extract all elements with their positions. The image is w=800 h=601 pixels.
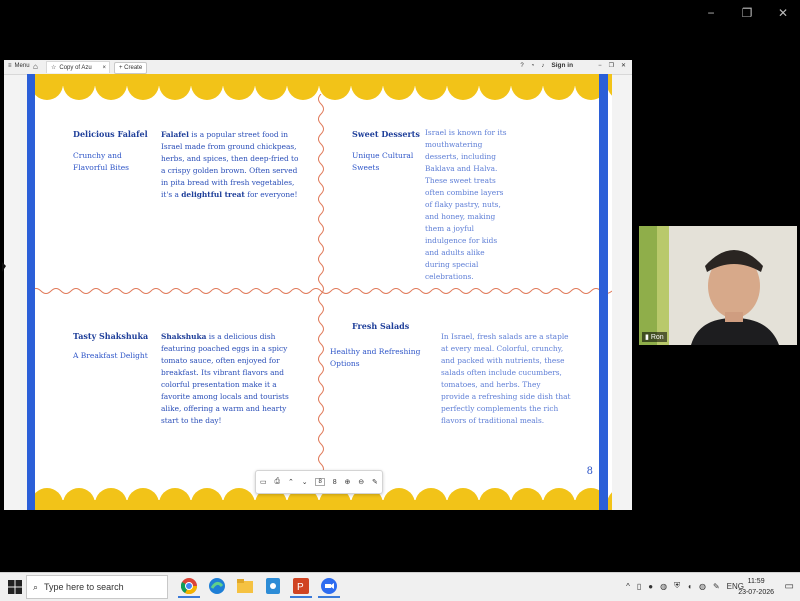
tray-chrome-icon[interactable]: ◍ bbox=[660, 582, 667, 591]
zoom-in-icon[interactable]: ⊕ bbox=[345, 478, 351, 486]
home-icon[interactable]: ⌂ bbox=[33, 62, 38, 71]
tab-title: Copy of Azu bbox=[59, 64, 92, 71]
svg-text:P: P bbox=[297, 582, 304, 593]
browser-close-icon[interactable]: ✕ bbox=[621, 62, 626, 69]
participant-name: Ron bbox=[650, 333, 664, 341]
section-subtitle-shakshuka: A Breakfast Delight bbox=[73, 351, 148, 360]
participant-video bbox=[639, 226, 797, 345]
taskbar-clock[interactable]: 11:59 23-07-2026 bbox=[738, 576, 774, 598]
sign-in-button[interactable]: Sign in bbox=[551, 62, 573, 69]
section-body-shakshuka: Shakshuka is a delicious dish featuring … bbox=[161, 332, 289, 425]
bell-icon[interactable]: ♪ bbox=[541, 63, 544, 69]
browser-tab-bar: ≡ Menu ⌂ ☆ Copy of Azu × + Create ? ◔ ♪ … bbox=[4, 60, 632, 75]
close-button[interactable]: ✕ bbox=[776, 6, 790, 20]
section-body-desserts: Israel is known for its mouthwatering de… bbox=[425, 128, 507, 281]
create-label: + Create bbox=[119, 65, 143, 71]
chrome-app-icon[interactable] bbox=[178, 576, 200, 598]
right-blue-bar bbox=[599, 74, 608, 510]
clock-date: 23-07-2026 bbox=[738, 589, 774, 596]
page-number: 8 bbox=[586, 466, 593, 477]
system-tray: ^ ▯ ● ◍ ⛨ ◖ ◍ ✎ ENG bbox=[626, 581, 744, 591]
create-button[interactable]: + Create bbox=[114, 62, 148, 74]
section-body-salads: In Israel, fresh salads are a staple at … bbox=[441, 332, 571, 425]
menu-button[interactable]: ≡ Menu bbox=[8, 63, 30, 69]
tab-close-icon[interactable]: × bbox=[102, 65, 106, 71]
section-subtitle-desserts: Unique Cultural Sweets bbox=[352, 151, 414, 172]
zoom-app-icon[interactable] bbox=[318, 576, 340, 598]
notification-center-icon[interactable]: ▭ bbox=[785, 581, 794, 592]
search-placeholder: Type here to search bbox=[44, 582, 124, 592]
tray-pen-icon[interactable]: ✎ bbox=[713, 582, 720, 591]
print-icon[interactable]: ⎙ bbox=[274, 478, 280, 486]
star-icon: ☆ bbox=[51, 65, 57, 71]
file-explorer-icon[interactable] bbox=[234, 576, 256, 598]
search-icon: ⌕ bbox=[33, 581, 39, 592]
page-down-icon[interactable]: ⌄ bbox=[302, 478, 308, 486]
signal-icon: ▮ bbox=[645, 334, 649, 341]
section-title-salads: Fresh Salads bbox=[352, 321, 410, 331]
page-up-icon[interactable]: ⌃ bbox=[288, 478, 294, 486]
section-title-falafel: Delicious Falafel bbox=[73, 129, 148, 139]
mouse-cursor bbox=[2, 262, 6, 272]
edge-app-icon[interactable] bbox=[206, 576, 228, 598]
left-blue-bar bbox=[27, 74, 35, 510]
browser-right-controls: ? ◔ ♪ Sign in − ❐ ✕ bbox=[520, 62, 626, 69]
clock-time: 11:59 bbox=[747, 578, 765, 585]
zoom-out-icon[interactable]: ⊖ bbox=[358, 478, 364, 486]
section-subtitle-salads: Healthy and Refreshing Options bbox=[330, 347, 421, 368]
powerpoint-app-icon[interactable]: P bbox=[290, 576, 312, 598]
page-input[interactable]: 8 bbox=[315, 478, 325, 486]
tray-speaker-icon[interactable]: ◖ bbox=[687, 582, 692, 591]
hamburger-icon: ≡ bbox=[8, 63, 12, 69]
document-page: Delicious Falafel Crunchy and Flavorful … bbox=[31, 74, 612, 510]
tray-phone-icon[interactable]: ▯ bbox=[637, 582, 641, 591]
taskbar-search[interactable]: ⌕ Type here to search bbox=[26, 575, 168, 599]
taskbar-apps: P bbox=[178, 576, 340, 598]
annotate-icon[interactable]: ✎ bbox=[372, 478, 378, 486]
tray-mic-icon[interactable]: ● bbox=[648, 582, 653, 591]
browser-restore-icon[interactable]: ❐ bbox=[609, 62, 614, 69]
tray-network-icon[interactable]: ◍ bbox=[699, 582, 706, 591]
tray-shield-icon[interactable]: ⛨ bbox=[674, 581, 680, 591]
pdf-toolbar: ▭ ⎙ ⌃ ⌄ 8 8 ⊕ ⊖ ✎ bbox=[255, 470, 383, 494]
thumbnail-icon[interactable]: ▭ bbox=[260, 478, 267, 486]
menu-label: Menu bbox=[14, 63, 30, 69]
browser-tab[interactable]: ☆ Copy of Azu × bbox=[46, 61, 110, 73]
restore-button[interactable]: ❐ bbox=[740, 6, 754, 20]
help-icon[interactable]: ? bbox=[520, 63, 523, 69]
vertical-wave-divider bbox=[318, 94, 324, 494]
video-tile: ▮ Ron bbox=[639, 226, 797, 345]
section-body-falafel: Falafel is a popular street food in Isra… bbox=[161, 130, 299, 199]
app-icon-4[interactable] bbox=[262, 576, 284, 598]
window-controls: − ❐ ✕ bbox=[704, 6, 790, 20]
participant-label: ▮ Ron bbox=[642, 332, 667, 342]
tray-chevron-icon[interactable]: ^ bbox=[626, 582, 630, 591]
notification-icon[interactable]: ◔ bbox=[531, 63, 535, 69]
section-title-desserts: Sweet Desserts bbox=[352, 129, 420, 139]
section-subtitle-falafel: Crunchy and Flavorful Bites bbox=[73, 151, 130, 172]
browser-window: ≡ Menu ⌂ ☆ Copy of Azu × + Create ? ◔ ♪ … bbox=[4, 60, 632, 510]
section-title-shakshuka: Tasty Shakshuka bbox=[73, 331, 149, 341]
taskbar: ⌕ Type here to search P ^ ▯ ● ◍ ⛨ ◖ ◍ ✎ … bbox=[0, 572, 800, 601]
windows-start-icon[interactable] bbox=[8, 580, 22, 594]
browser-minimize-icon[interactable]: − bbox=[598, 63, 602, 69]
minimize-button[interactable]: − bbox=[704, 6, 718, 20]
page-total: 8 bbox=[332, 478, 337, 486]
